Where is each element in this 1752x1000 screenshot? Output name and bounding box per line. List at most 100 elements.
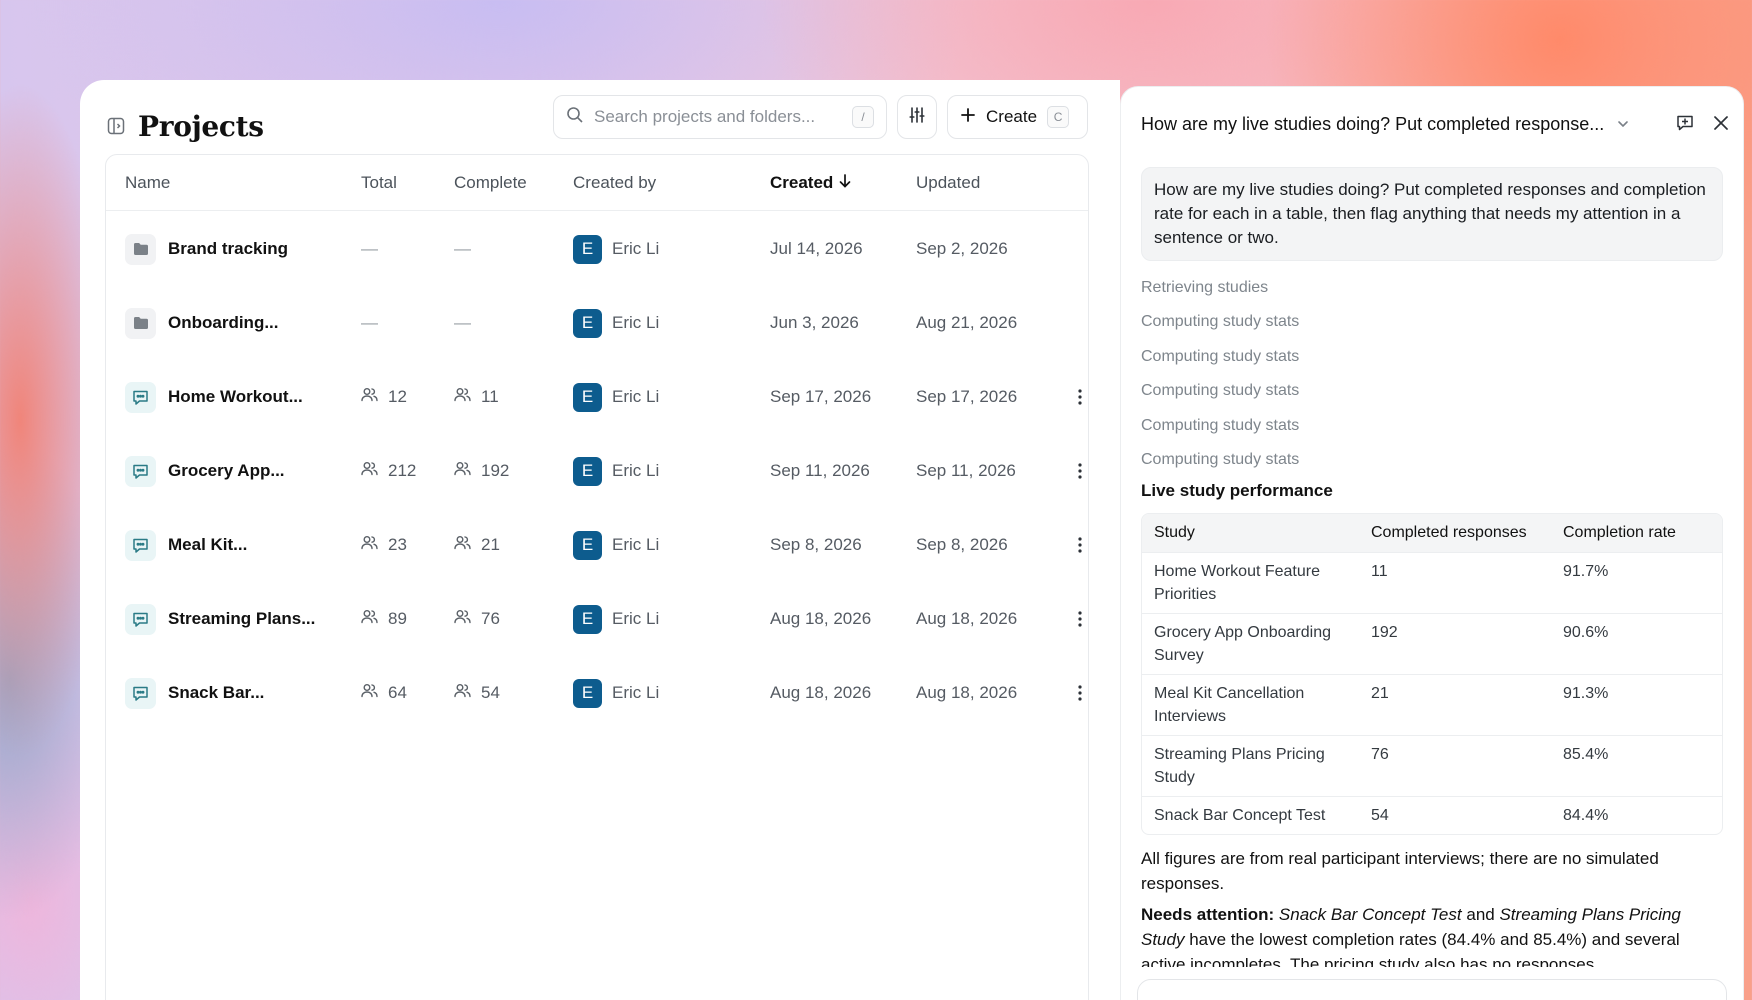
attention-label: Needs attention: — [1141, 905, 1275, 925]
name-cell[interactable]: Onboarding... — [125, 286, 279, 360]
total-cell: — — [361, 239, 378, 258]
creator-name: Eric Li — [612, 609, 660, 628]
performance-column-rate: Completion rate — [1551, 514, 1722, 553]
tool-step[interactable]: Computing study stats — [1141, 449, 1723, 483]
column-header-name[interactable]: Name — [125, 173, 170, 193]
creator-name: Eric Li — [612, 313, 660, 332]
more-options-icon[interactable] — [1074, 508, 1086, 582]
column-header-created[interactable]: Created — [770, 173, 851, 193]
name-cell[interactable]: Snack Bar... — [125, 656, 264, 730]
name-cell[interactable]: Brand tracking — [125, 212, 288, 286]
tool-step[interactable]: Retrieving studies — [1141, 277, 1723, 311]
complete-cell: 21 — [454, 508, 500, 582]
tool-step[interactable]: Computing study stats — [1141, 380, 1723, 414]
performance-completed: 192 — [1359, 613, 1551, 674]
search-icon — [566, 106, 584, 129]
table-row[interactable]: Grocery App... 212 192 E Eric Li Sep 11,… — [106, 434, 1088, 508]
total-value: 12 — [388, 387, 407, 406]
tool-step[interactable]: Computing study stats — [1141, 311, 1723, 345]
name-cell[interactable]: Meal Kit... — [125, 508, 247, 582]
table-header: Name Total Complete Created by Created U… — [106, 155, 1088, 211]
people-icon — [454, 461, 471, 481]
updated-date: Sep 8, 2026 — [916, 535, 1008, 554]
attention-study-a: Snack Bar Concept Test — [1278, 905, 1462, 925]
column-header-created-by[interactable]: Created by — [573, 173, 656, 193]
created-date: Aug 18, 2026 — [770, 683, 872, 702]
filter-button[interactable] — [897, 95, 937, 139]
performance-rate: 91.3% — [1551, 674, 1722, 735]
table-row[interactable]: Home Workout... 12 11 E Eric Li Sep 17, … — [106, 360, 1088, 434]
complete-cell: — — [454, 239, 471, 258]
avatar: E — [573, 308, 602, 338]
table-row[interactable]: Brand tracking — — E Eric Li Jul 14, 202… — [106, 212, 1088, 286]
updated-date: Sep 11, 2026 — [916, 461, 1016, 480]
name-cell[interactable]: Home Workout... — [125, 360, 303, 434]
performance-table: Study Completed responses Completion rat… — [1141, 513, 1723, 836]
tool-step[interactable]: Computing study stats — [1141, 346, 1723, 380]
people-icon — [361, 683, 378, 703]
complete-cell: 11 — [454, 360, 499, 434]
close-icon[interactable] — [1711, 113, 1731, 138]
performance-row: Streaming Plans Pricing Study 76 85.4% — [1142, 735, 1722, 796]
avatar: E — [573, 456, 602, 486]
creator-name: Eric Li — [612, 461, 660, 480]
people-icon — [361, 387, 378, 407]
create-button[interactable]: Create C — [947, 95, 1088, 139]
table-row[interactable]: Onboarding... — — E Eric Li Jun 3, 2026 … — [106, 286, 1088, 360]
total-cell: — — [361, 313, 378, 332]
more-options-icon[interactable] — [1074, 656, 1086, 730]
summary-text: All figures are from real participant in… — [1141, 849, 1659, 894]
tool-step[interactable]: Computing study stats — [1141, 415, 1723, 449]
attention-joiner: and — [1466, 905, 1495, 925]
complete-cell: 192 — [454, 434, 509, 508]
performance-completed: 11 — [1359, 552, 1551, 613]
page-title: Projects — [138, 109, 264, 143]
created-by-cell: E Eric Li — [573, 434, 659, 508]
search-box[interactable]: / — [553, 95, 887, 139]
updated-date: Aug 21, 2026 — [916, 313, 1018, 332]
created-by-cell: E Eric Li — [573, 360, 659, 434]
complete-value: 11 — [481, 387, 499, 406]
updated-date: Sep 2, 2026 — [916, 239, 1008, 258]
updated-date: Aug 18, 2026 — [916, 609, 1018, 628]
performance-completed: 76 — [1359, 735, 1551, 796]
sidebar-toggle-icon[interactable] — [106, 116, 126, 136]
column-header-complete[interactable]: Complete — [454, 173, 527, 193]
people-icon — [454, 609, 471, 629]
column-header-total[interactable]: Total — [361, 173, 397, 193]
conversation-scroll[interactable]: How are my live studies doing? Put compl… — [1141, 167, 1723, 967]
more-options-icon[interactable] — [1074, 582, 1086, 656]
total-cell: 212 — [361, 434, 416, 508]
chevron-down-icon[interactable] — [1616, 117, 1630, 131]
performance-completed: 21 — [1359, 674, 1551, 735]
message-composer[interactable] — [1137, 979, 1727, 1000]
column-header-updated[interactable]: Updated — [916, 173, 980, 193]
more-options-icon[interactable] — [1074, 360, 1086, 434]
creator-name: Eric Li — [612, 239, 660, 258]
name-cell[interactable]: Grocery App... — [125, 434, 285, 508]
search-input[interactable] — [594, 107, 852, 127]
people-icon — [454, 387, 471, 407]
table-row[interactable]: Streaming Plans... 89 76 E Eric Li Aug 1… — [106, 582, 1088, 656]
avatar: E — [573, 604, 602, 634]
name-cell[interactable]: Streaming Plans... — [125, 582, 315, 656]
performance-table-header: Study Completed responses Completion rat… — [1142, 514, 1722, 553]
more-options-icon[interactable] — [1074, 434, 1086, 508]
projects-table: Name Total Complete Created by Created U… — [105, 154, 1089, 1000]
created-date: Jul 14, 2026 — [770, 239, 863, 258]
arrow-down-icon — [839, 173, 851, 193]
create-button-label: Create — [986, 107, 1038, 126]
avatar: E — [573, 234, 602, 264]
created-by-cell: E Eric Li — [573, 582, 659, 656]
table-row[interactable]: Snack Bar... 64 54 E Eric Li Aug 18, 202… — [106, 656, 1088, 730]
performance-column-study: Study — [1142, 514, 1359, 553]
project-name: Grocery App... — [168, 461, 285, 480]
assistant-header: How are my live studies doing? Put compl… — [1141, 109, 1731, 139]
chat-study-icon — [125, 677, 156, 709]
people-icon — [361, 535, 378, 555]
new-chat-icon[interactable] — [1675, 113, 1695, 138]
chat-study-icon — [125, 603, 156, 635]
conversation-title[interactable]: How are my live studies doing? Put compl… — [1141, 114, 1604, 135]
total-cell: 23 — [361, 508, 407, 582]
table-row[interactable]: Meal Kit... 23 21 E Eric Li Sep 8, 2026 … — [106, 508, 1088, 582]
